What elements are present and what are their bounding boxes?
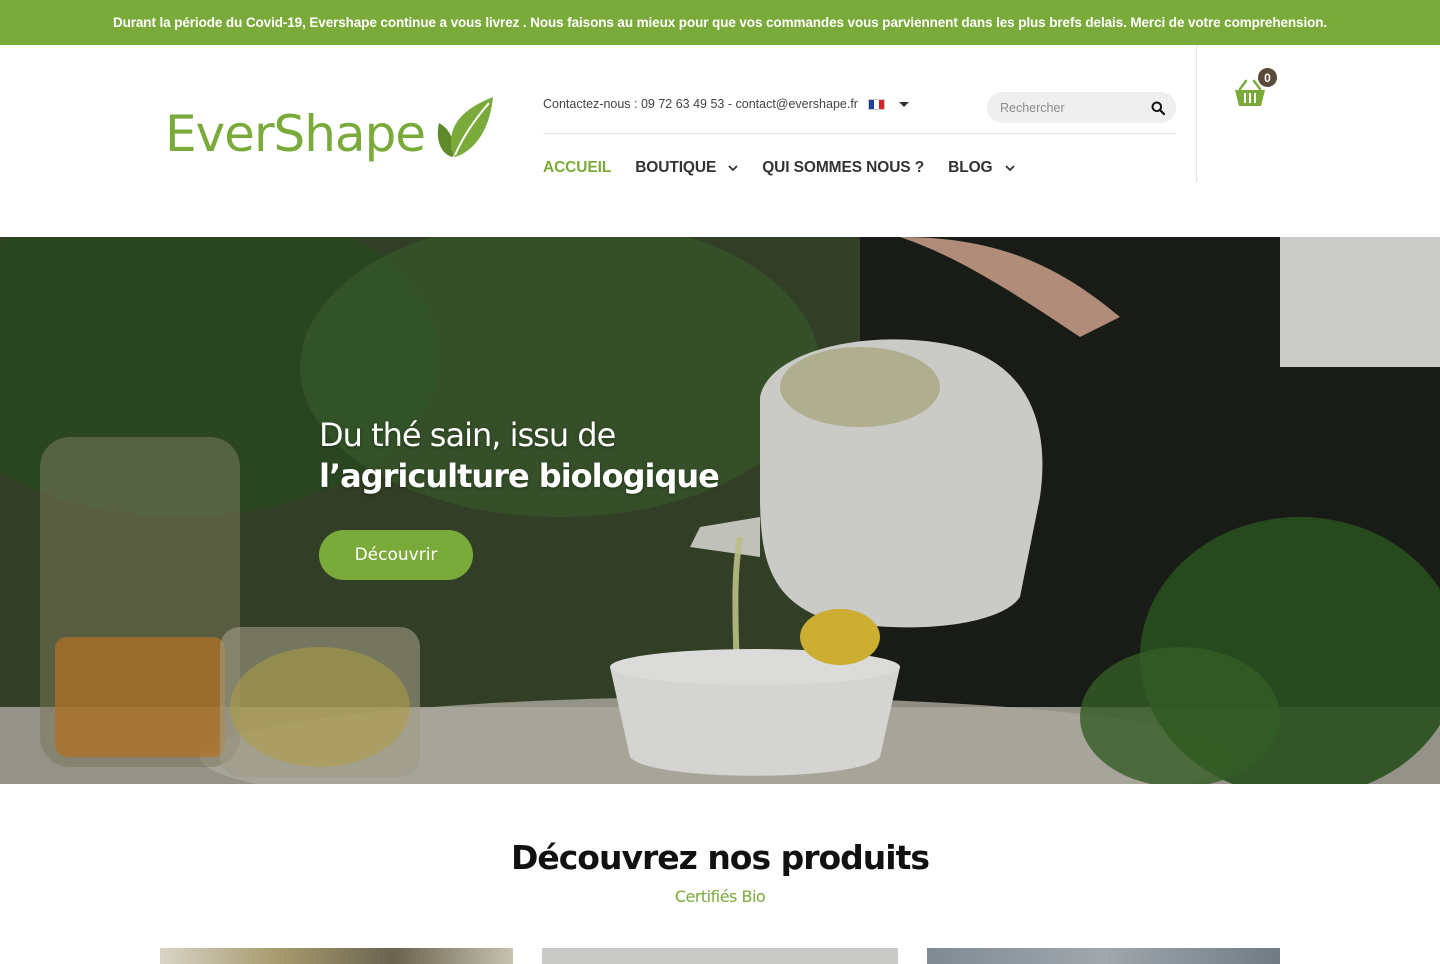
product-card-image[interactable] [927, 948, 1280, 964]
decouvrir-button[interactable]: Découvrir [319, 530, 473, 580]
search-input[interactable] [987, 100, 1137, 115]
hero-background-image [0, 237, 1440, 784]
nav-item-boutique[interactable]: BOUTIQUE [635, 159, 738, 177]
header-divider [543, 133, 1176, 134]
product-card-image[interactable] [542, 948, 898, 964]
flag-fr-icon[interactable] [867, 98, 885, 110]
nav-item-label: ACCUEIL [543, 159, 612, 176]
search-icon[interactable] [1151, 101, 1165, 115]
nav-item-qui-sommes-nous[interactable]: QUI SOMMES NOUS ? [762, 159, 924, 177]
hero-banner: Du thé sain, issu de l’agriculture biolo… [0, 237, 1440, 784]
product-card-image[interactable] [160, 948, 513, 964]
nav-item-label: BOUTIQUE [635, 159, 717, 176]
nav-item-blog[interactable]: BLOG [948, 159, 1015, 177]
nav-item-label: QUI SOMMES NOUS ? [762, 159, 925, 176]
hero-title-line2: l’agriculture biologique [319, 457, 720, 495]
search-box [987, 92, 1176, 123]
header-vertical-divider [1196, 45, 1197, 182]
language-dropdown-icon[interactable] [898, 101, 909, 107]
nav-item-label: BLOG [948, 159, 993, 176]
evershape-logo[interactable]: EverShape [165, 93, 497, 159]
chevron-down-icon [1004, 164, 1015, 171]
site-header: EverShape Contactez-nous : 09 72 63 49 5… [0, 45, 1440, 237]
products-section-title: Découvrez nos produits [510, 838, 930, 877]
main-nav: ACCUEIL BOUTIQUE QUI SOMMES NOUS ? BLOG [543, 159, 1039, 177]
nav-item-accueil[interactable]: ACCUEIL [543, 159, 611, 177]
leaf-icon [437, 97, 494, 157]
covid-notice-banner: Durant la période du Covid-19, Evershape… [0, 0, 1440, 45]
contact-info: Contactez-nous : 09 72 63 49 53 - contac… [543, 97, 909, 111]
cart-count-badge: 0 [1258, 68, 1277, 87]
hero-title-line1: Du thé sain, issu de [319, 416, 616, 454]
products-section-subtitle: Certifiés Bio [674, 887, 766, 906]
chevron-down-icon [728, 164, 738, 171]
hero-title: Du thé sain, issu de l’agriculture biolo… [319, 415, 720, 497]
logo-wordmark: EverShape [165, 105, 426, 163]
covid-notice-text: Durant la période du Covid-19, Evershape… [112, 15, 1328, 30]
contact-text: Contactez-nous : 09 72 63 49 53 - contac… [543, 97, 858, 111]
